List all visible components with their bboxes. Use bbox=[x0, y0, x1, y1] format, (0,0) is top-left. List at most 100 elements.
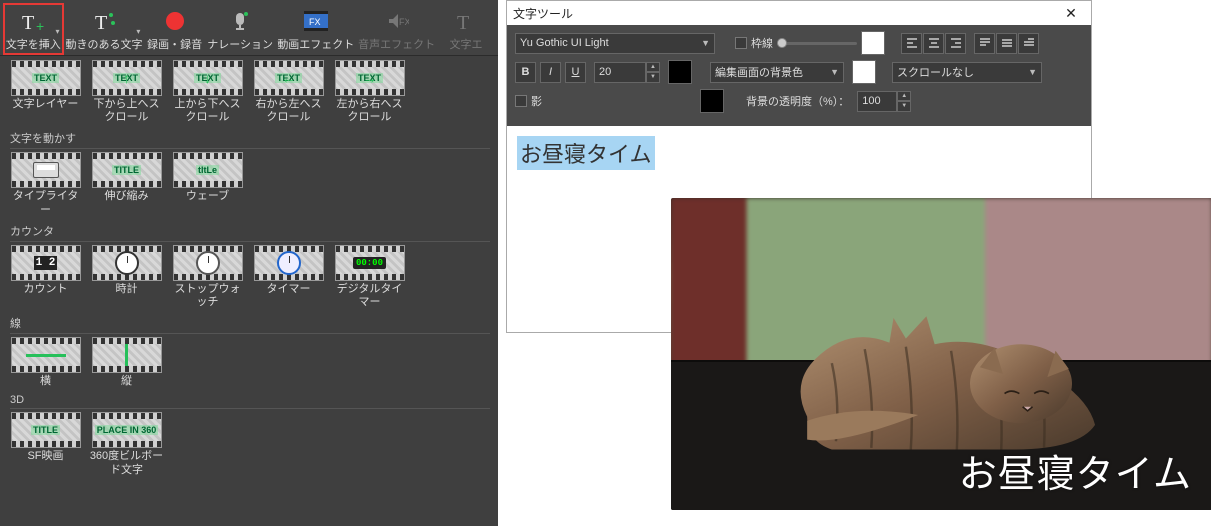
thumb-row0-1[interactable]: ↑TEXT下から上へスクロール bbox=[89, 60, 164, 124]
thumb-preview: 1 2 bbox=[11, 245, 81, 281]
valign-group bbox=[974, 33, 1039, 54]
bold-button[interactable]: B bbox=[515, 62, 536, 83]
thumb-preview bbox=[92, 245, 162, 281]
svg-text:T: T bbox=[95, 12, 107, 33]
size-down[interactable]: ▼ bbox=[646, 72, 660, 83]
toolbar-icon-2 bbox=[161, 7, 189, 35]
section-3d: 3D bbox=[10, 394, 490, 409]
text-color-swatch[interactable] bbox=[668, 60, 692, 84]
thumb-rowLine-1[interactable]: 縦 bbox=[89, 337, 164, 388]
thumb-preview: tItLe bbox=[173, 152, 243, 188]
preview-overlay-text: お昼寝タイム bbox=[959, 443, 1192, 498]
valign-middle-button[interactable] bbox=[996, 33, 1017, 54]
shadow-checkbox[interactable] bbox=[515, 95, 527, 107]
thumb-row0-0[interactable]: TEXT 文字レイヤー bbox=[8, 60, 83, 124]
thumb-label: 時計 bbox=[116, 283, 138, 296]
thumb-rowMove-0[interactable]: タイプライター bbox=[8, 152, 83, 216]
svg-text:T: T bbox=[457, 12, 469, 33]
toolbar-icon-5: FX bbox=[383, 7, 411, 35]
toolbar-label: 音声エフェクト bbox=[358, 36, 435, 52]
close-icon[interactable]: ✕ bbox=[1057, 5, 1085, 22]
thumb-rowLine-0[interactable]: 横 bbox=[8, 337, 83, 388]
thumb-rowMove-1[interactable]: TITLE 伸び縮み bbox=[89, 152, 164, 216]
thumb-preview: ↓TEXT bbox=[173, 60, 243, 96]
thumb-rowMove-2[interactable]: tItLe ウェーブ bbox=[170, 152, 245, 216]
thumb-label: 伸び縮み bbox=[105, 190, 149, 203]
border-slider[interactable] bbox=[777, 42, 857, 45]
thumb-row3d-0[interactable]: TITLE SF映画 bbox=[8, 412, 83, 476]
border-color-swatch[interactable] bbox=[861, 31, 885, 55]
toolbar-0[interactable]: T+文字を挿入▾ bbox=[4, 4, 63, 54]
bg-color-swatch[interactable] bbox=[852, 60, 876, 84]
thumb-preview bbox=[254, 245, 324, 281]
thumb-label: 文字レイヤー bbox=[13, 98, 79, 111]
toolbar-2[interactable]: 録画・録音 bbox=[145, 4, 204, 54]
thumb-preview: →TEXT bbox=[335, 60, 405, 96]
thumb-preview: ↑TEXT bbox=[92, 60, 162, 96]
thumb-rowCounter-1[interactable]: 時計 bbox=[89, 245, 164, 309]
thumb-preview: TITLE bbox=[11, 412, 81, 448]
valign-top-button[interactable] bbox=[974, 33, 995, 54]
thumb-preview: 00:00 bbox=[335, 245, 405, 281]
toolbar-3[interactable]: ナレーション bbox=[206, 4, 274, 54]
size-up[interactable]: ▲ bbox=[646, 62, 660, 73]
align-left-button[interactable] bbox=[901, 33, 922, 54]
video-preview: お昼寝タイム bbox=[671, 198, 1211, 510]
thumb-preview bbox=[11, 337, 81, 373]
thumb-preview: TEXT bbox=[11, 60, 81, 96]
opacity-input[interactable] bbox=[857, 91, 897, 112]
shadow-color-swatch[interactable] bbox=[700, 89, 724, 113]
opacity-label: 背景の透明度（%）： bbox=[746, 93, 849, 109]
shadow-label: 影 bbox=[531, 93, 542, 109]
border-checkbox[interactable] bbox=[735, 37, 747, 49]
cat-illustration bbox=[736, 285, 1158, 466]
thumb-rowCounter-2[interactable]: ストップウォッチ bbox=[170, 245, 245, 309]
opacity-up[interactable]: ▲ bbox=[897, 91, 911, 102]
valign-bottom-button[interactable] bbox=[1018, 33, 1039, 54]
thumb-label: 上から下へスクロール bbox=[170, 98, 245, 124]
font-size-input[interactable] bbox=[594, 62, 646, 83]
window-title: 文字ツール bbox=[513, 5, 573, 22]
bg-color-combo[interactable]: 編集画面の背景色▼ bbox=[710, 62, 844, 83]
thumb-label: ウェーブ bbox=[186, 190, 229, 203]
thumb-row0-2[interactable]: ↓TEXT上から下へスクロール bbox=[170, 60, 245, 124]
toolbar-5[interactable]: FX 音声エフェクト bbox=[357, 4, 436, 54]
thumb-preview bbox=[173, 245, 243, 281]
toolbar-1[interactable]: T動きのある文字▾ bbox=[65, 4, 144, 54]
toolbar-6[interactable]: T 文字エ bbox=[438, 4, 494, 54]
section-line: 線 bbox=[10, 315, 490, 334]
thumb-rowCounter-0[interactable]: 1 2カウント bbox=[8, 245, 83, 309]
thumb-row0-3[interactable]: ←TEXT右から左へスクロール bbox=[251, 60, 326, 124]
toolbar-label: 文字を挿入 bbox=[6, 36, 61, 52]
svg-text:FX: FX bbox=[399, 17, 409, 27]
text-edit-area[interactable]: お昼寝タイム bbox=[517, 136, 655, 170]
chevron-down-icon: ▾ bbox=[56, 27, 60, 36]
align-right-button[interactable] bbox=[945, 33, 966, 54]
thumb-preview: TITLE bbox=[92, 152, 162, 188]
thumb-preview bbox=[92, 337, 162, 373]
thumb-row0-4[interactable]: →TEXT左から右へスクロール bbox=[332, 60, 407, 124]
thumb-rowCounter-3[interactable]: タイマー bbox=[251, 245, 326, 309]
underline-button[interactable]: U bbox=[565, 62, 586, 83]
toolbar-icon-4: FX bbox=[302, 7, 330, 35]
font-size-spinner[interactable]: ▲▼ bbox=[594, 62, 660, 83]
scroll-combo[interactable]: スクロールなし▼ bbox=[892, 62, 1042, 83]
svg-text:+: + bbox=[36, 18, 44, 33]
thumb-label: 左から右へスクロール bbox=[332, 98, 407, 124]
halign-group bbox=[901, 33, 966, 54]
toolbar-icon-3 bbox=[226, 7, 254, 35]
toolbar-label: 文字エ bbox=[450, 36, 483, 52]
font-family-combo[interactable]: Yu Gothic UI Light▼ bbox=[515, 33, 715, 54]
toolbar-label: 録画・録音 bbox=[147, 36, 202, 52]
thumb-rowCounter-4[interactable]: 00:00デジタルタイマー bbox=[332, 245, 407, 309]
opacity-down[interactable]: ▼ bbox=[897, 101, 911, 112]
thumb-preview: ←TEXT bbox=[254, 60, 324, 96]
thumb-preview: PLACE IN 360 bbox=[92, 412, 162, 448]
thumb-label: SF映画 bbox=[27, 450, 63, 463]
toolbar-label: ナレーション bbox=[207, 36, 273, 52]
thumb-row3d-1[interactable]: PLACE IN 360360度ビルボード文字 bbox=[89, 412, 164, 476]
align-center-button[interactable] bbox=[923, 33, 944, 54]
toolbar-4[interactable]: FX動画エフェクト bbox=[276, 4, 355, 54]
opacity-spinner[interactable]: ▲▼ bbox=[857, 91, 911, 112]
italic-button[interactable]: I bbox=[540, 62, 561, 83]
